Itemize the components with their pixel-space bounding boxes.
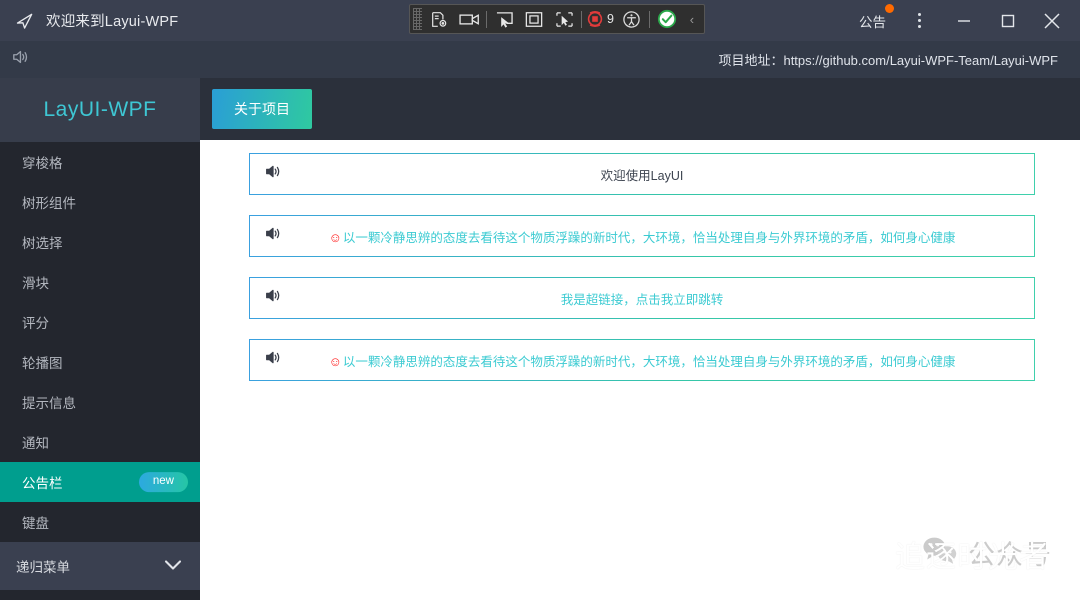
sidebar-item-tree-select[interactable]: 树选择 xyxy=(0,222,200,262)
project-address-label: 项目地址： xyxy=(718,53,784,68)
sidebar-item-label: 通知 xyxy=(22,436,49,451)
stop-record-icon[interactable] xyxy=(584,6,606,32)
announcement-list: 欢迎使用LayUI ☺以一颗冷静思辨的态度去看待这个物质浮躁的新时代，大环境，恰… xyxy=(200,140,1080,381)
chevron-left-icon[interactable]: ‹ xyxy=(682,12,702,27)
tab-bar: 关于项目 xyxy=(200,78,1080,140)
status-badge: new xyxy=(138,472,188,492)
project-address[interactable]: 项目地址：https://github.com/Layui-WPF-Team/L… xyxy=(718,50,1058,69)
announcement-card[interactable]: 我是超链接，点击我立即跳转 xyxy=(249,277,1035,319)
sidebar-item-label: 键盘 xyxy=(22,516,49,531)
announcement-text: 以一颗冷静思辨的态度去看待这个物质浮躁的新时代，大环境，恰当处理自身与外界环境的… xyxy=(342,230,956,245)
screen-capture-toolbar[interactable]: 9 ‹ xyxy=(409,4,705,34)
speaker-icon xyxy=(264,163,283,185)
sidebar: LayUI-WPF 穿梭格 树形组件 树选择 滑块 评分 轮播图 提示信息 通知… xyxy=(0,78,200,600)
sidebar-item-label: 轮播图 xyxy=(22,356,63,371)
paper-plane-icon xyxy=(14,10,36,32)
sidebar-brand: LayUI-WPF xyxy=(0,78,200,142)
smiley-icon: ☺ xyxy=(328,353,342,369)
sidebar-group-recursive-menu[interactable]: 递归菜单 xyxy=(0,542,200,590)
sidebar-item-transfer[interactable]: 穿梭格 xyxy=(0,142,200,182)
project-address-url: https://github.com/Layui-WPF-Team/Layui-… xyxy=(783,53,1058,68)
announcement-card[interactable]: ☺以一颗冷静思辨的态度去看待这个物质浮躁的新时代，大环境，恰当处理自身与外界环境… xyxy=(249,215,1035,257)
sidebar-item-label: 树形组件 xyxy=(22,196,76,211)
announcement-button[interactable]: 公告 xyxy=(849,3,896,31)
sidebar-item-label: 穿梭格 xyxy=(22,156,63,171)
announcement-link[interactable]: 我是超链接，点击我立即跳转 xyxy=(250,289,1034,308)
sidebar-item-label: 树选择 xyxy=(22,236,63,251)
announcement-card[interactable]: ☺以一颗冷静思辨的态度去看待这个物质浮躁的新时代，大环境，恰当处理自身与外界环境… xyxy=(249,339,1035,381)
app-window: 欢迎来到Layui-WPF 公告 9 ‹ 项目地址：https://github… xyxy=(0,0,1080,600)
chevron-down-icon[interactable] xyxy=(162,558,184,575)
smiley-icon: ☺ xyxy=(328,229,342,245)
sidebar-group-label: 递归菜单 xyxy=(16,560,70,575)
sidebar-item-label: 评分 xyxy=(22,316,49,331)
sidebar-item-tooltip[interactable]: 提示信息 xyxy=(0,382,200,422)
drag-grip-icon[interactable] xyxy=(413,8,422,30)
content-panel: 欢迎使用LayUI ☺以一颗冷静思辨的态度去看待这个物质浮躁的新时代，大环境，恰… xyxy=(200,140,1080,600)
sidebar-item-label: 提示信息 xyxy=(22,396,76,411)
speaker-icon xyxy=(264,225,283,247)
tab-about-project[interactable]: 关于项目 xyxy=(212,89,312,129)
announcement-label: 公告 xyxy=(859,14,886,30)
notification-dot-icon xyxy=(885,3,894,13)
sidebar-item-announcement-bar[interactable]: 公告栏 new xyxy=(0,462,200,502)
toolbar-divider xyxy=(648,10,650,28)
tab-label: 关于项目 xyxy=(234,101,290,117)
toolbar-divider xyxy=(581,10,582,28)
maximize-icon[interactable] xyxy=(986,0,1030,41)
project-bar: 项目地址：https://github.com/Layui-WPF-Team/L… xyxy=(0,41,1080,78)
sidebar-item-rate[interactable]: 评分 xyxy=(0,302,200,342)
sidebar-item-tree-component[interactable]: 树形组件 xyxy=(0,182,200,222)
accessibility-icon[interactable] xyxy=(617,6,647,32)
announcement-card[interactable]: 欢迎使用LayUI xyxy=(249,153,1035,195)
toolbar-divider xyxy=(486,10,487,28)
window-controls: 公告 xyxy=(849,0,1080,41)
sidebar-item-label: 滑块 xyxy=(22,276,49,291)
speaker-icon[interactable] xyxy=(11,48,31,71)
sidebar-item-slider[interactable]: 滑块 xyxy=(0,262,200,302)
window-title: 欢迎来到Layui-WPF xyxy=(46,14,179,30)
sidebar-item-keyboard[interactable]: 键盘 xyxy=(0,502,200,542)
capture-count: 9 xyxy=(607,12,614,26)
sidebar-menu: 穿梭格 树形组件 树选择 滑块 评分 轮播图 提示信息 通知 公告栏 new 键… xyxy=(0,142,200,590)
sidebar-item-carousel[interactable]: 轮播图 xyxy=(0,342,200,382)
main-area: 关于项目 欢迎使用LayUI ☺以一颗冷静思辨的态度去看待这个物质浮躁的新时代，… xyxy=(200,78,1080,600)
record-video-icon[interactable] xyxy=(454,6,484,32)
cursor-select-icon[interactable] xyxy=(489,6,519,32)
announcement-row: ☺以一颗冷静思辨的态度去看待这个物质浮躁的新时代，大环境，恰当处理自身与外界环境… xyxy=(250,351,1034,370)
close-icon[interactable] xyxy=(1030,0,1074,41)
screenshot-settings-icon[interactable] xyxy=(424,6,454,32)
sidebar-item-label: 公告栏 xyxy=(22,476,63,491)
more-vertical-icon[interactable] xyxy=(896,0,942,41)
announcement-text: 欢迎使用LayUI xyxy=(600,168,684,183)
speaker-icon xyxy=(264,349,283,371)
region-select-icon[interactable] xyxy=(519,6,549,32)
watermark-overlay-text: 追逐时光者 xyxy=(895,541,1050,574)
announcement-text: 以一颗冷静思辨的态度去看待这个物质浮躁的新时代，大环境，恰当处理自身与外界环境的… xyxy=(342,354,956,369)
announcement-row: ☺以一颗冷静思辨的态度去看待这个物质浮躁的新时代，大环境，恰当处理自身与外界环境… xyxy=(250,227,1034,246)
check-circle-icon[interactable] xyxy=(652,6,682,32)
sidebar-item-notification[interactable]: 通知 xyxy=(0,422,200,462)
minimize-icon[interactable] xyxy=(942,0,986,41)
window-select-icon[interactable] xyxy=(549,6,579,32)
speaker-icon xyxy=(264,287,283,309)
